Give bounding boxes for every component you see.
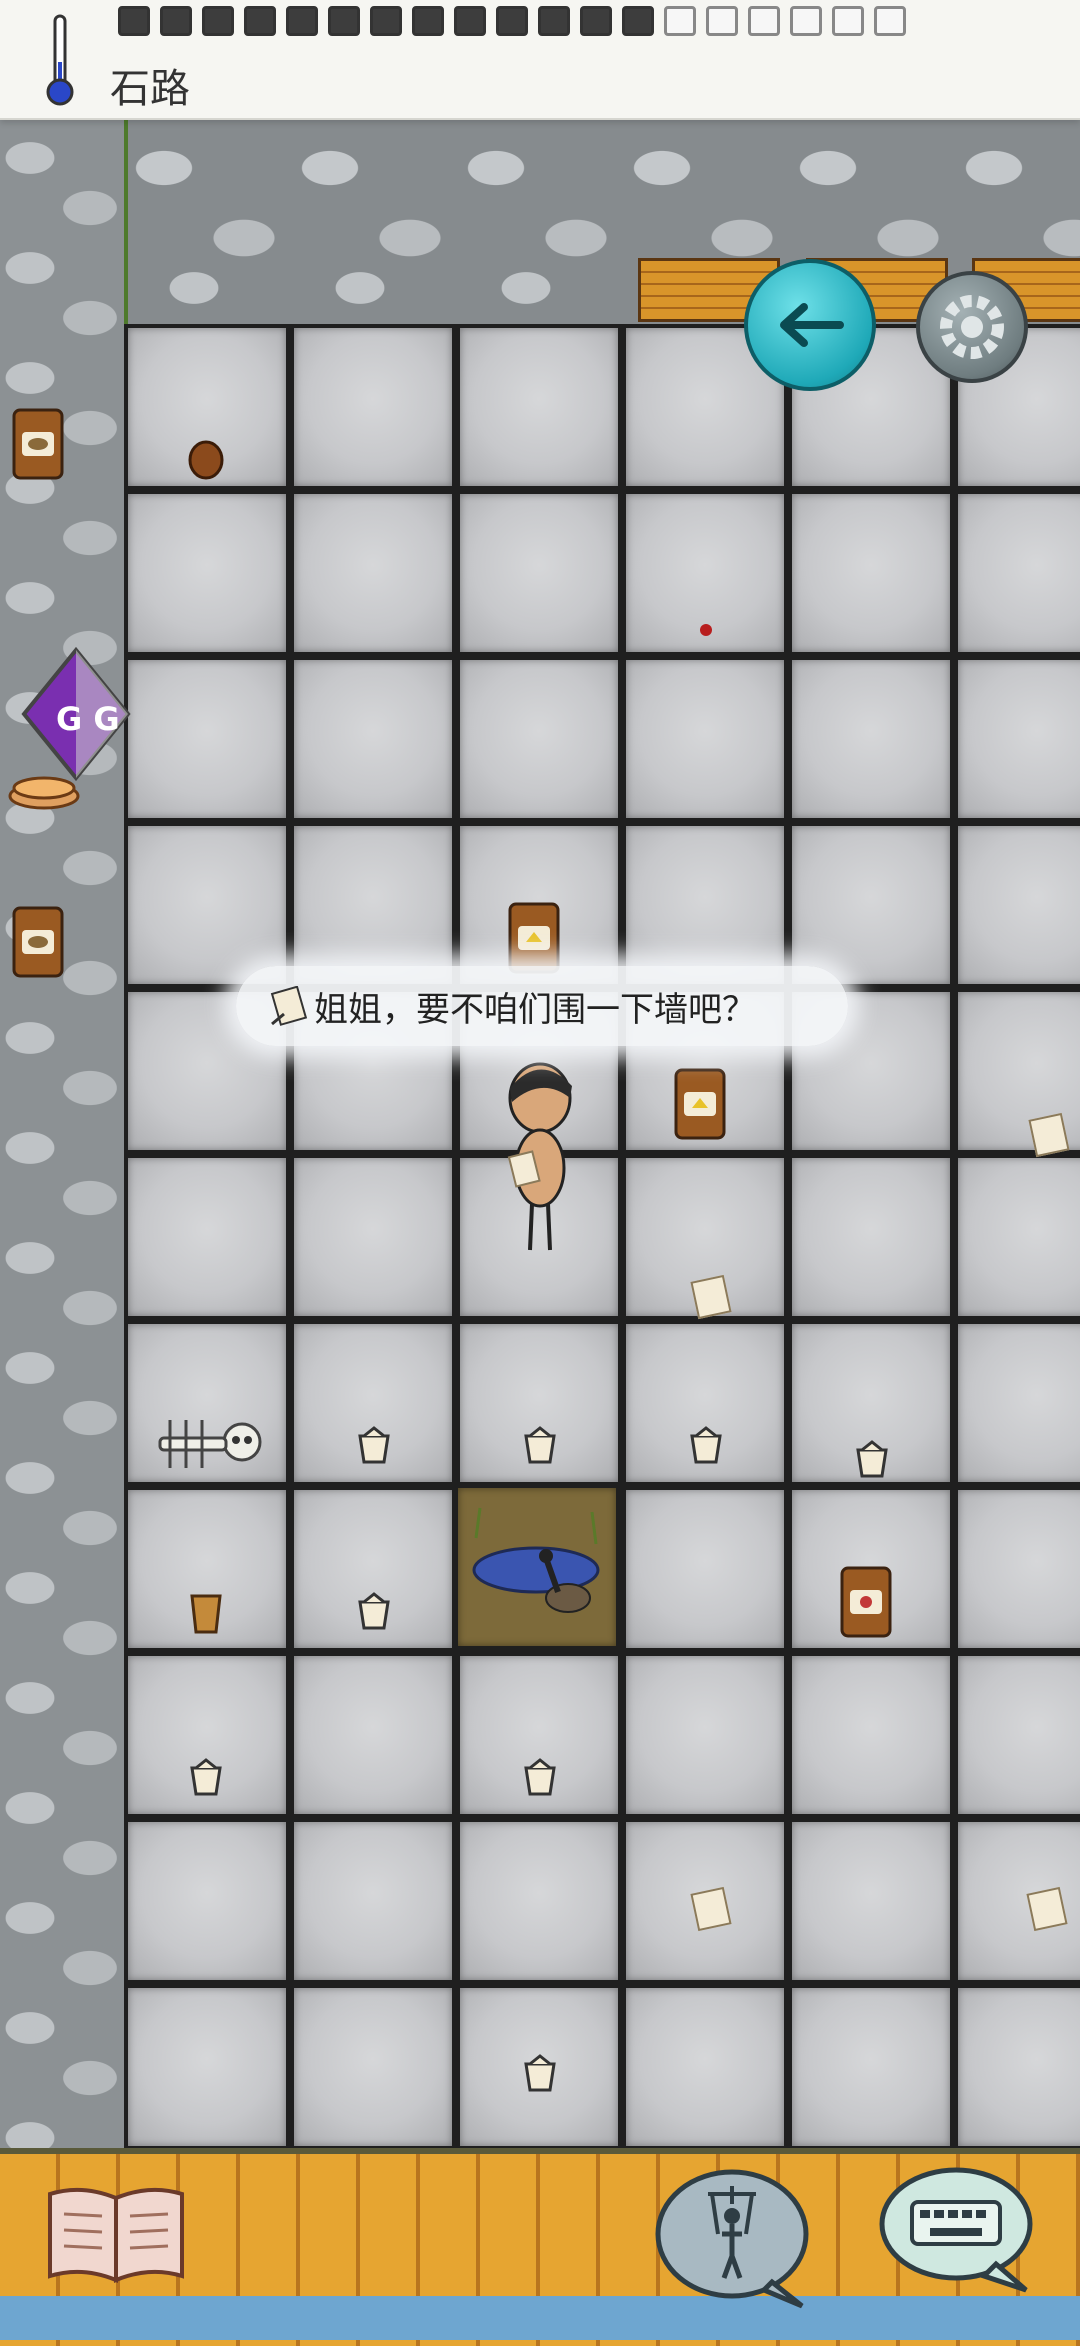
stone-floor-tile[interactable] bbox=[294, 1656, 452, 1814]
stone-floor-tile[interactable] bbox=[294, 1822, 452, 1980]
food-pip bbox=[286, 6, 318, 36]
top-hud: 石路 bbox=[0, 0, 1080, 120]
stone-floor-tile[interactable] bbox=[958, 1490, 1080, 1648]
back-button[interactable] bbox=[744, 259, 876, 391]
stone-floor-tile[interactable] bbox=[626, 826, 784, 984]
stone-floor-tile[interactable] bbox=[958, 1324, 1080, 1482]
stone-floor-tile[interactable] bbox=[792, 1158, 950, 1316]
food-pip bbox=[622, 6, 654, 36]
food-pip bbox=[496, 6, 528, 36]
stone-floor-tile[interactable] bbox=[626, 1656, 784, 1814]
stone-floor-tile[interactable] bbox=[626, 1988, 784, 2146]
stone-floor-tile[interactable] bbox=[294, 494, 452, 652]
wool-item[interactable] bbox=[520, 2054, 560, 2096]
stone-floor-tile[interactable] bbox=[792, 1656, 950, 1814]
pinecone-item[interactable] bbox=[186, 436, 226, 480]
food-pip bbox=[412, 6, 444, 36]
food-meter bbox=[118, 6, 906, 42]
clay-jar[interactable] bbox=[506, 898, 562, 976]
stone-floor-tile[interactable] bbox=[792, 494, 950, 652]
stone-floor-tile[interactable] bbox=[294, 1988, 452, 2146]
berry-item[interactable] bbox=[698, 622, 714, 638]
stone-floor-tile[interactable] bbox=[460, 494, 618, 652]
wool-item[interactable] bbox=[354, 1426, 394, 1468]
stone-floor-tile[interactable] bbox=[792, 1988, 950, 2146]
wool-item[interactable] bbox=[186, 1758, 226, 1800]
stone-floor-tile[interactable] bbox=[294, 826, 452, 984]
food-pip bbox=[454, 6, 486, 36]
gear-icon bbox=[940, 295, 1004, 359]
stone-floor-tile[interactable] bbox=[294, 328, 452, 486]
stone-floor-tile[interactable] bbox=[460, 328, 618, 486]
skeleton-bones[interactable] bbox=[130, 1390, 284, 1486]
stone-floor-tile[interactable] bbox=[128, 1988, 286, 2146]
book-icon[interactable] bbox=[42, 2180, 190, 2288]
stone-floor-tile[interactable] bbox=[460, 1822, 618, 1980]
water-strip bbox=[0, 2296, 1080, 2340]
stone-floor-tile[interactable] bbox=[792, 1822, 950, 1980]
game-world[interactable]: G G 姐姐，要不咱们围一下墙吧？ bbox=[0, 118, 1080, 2148]
goose-pond[interactable] bbox=[458, 1488, 616, 1646]
wool-item[interactable] bbox=[520, 1758, 560, 1800]
food-pip bbox=[160, 6, 192, 36]
stone-floor-tile[interactable] bbox=[792, 660, 950, 818]
stone-floor-tile[interactable] bbox=[128, 1158, 286, 1316]
food-pip bbox=[706, 6, 738, 36]
food-pip bbox=[832, 6, 864, 36]
stone-floor-tile[interactable] bbox=[958, 1988, 1080, 2146]
stone-floor-tile[interactable] bbox=[626, 1490, 784, 1648]
stone-floor-tile[interactable] bbox=[792, 826, 950, 984]
stone-floor-tile[interactable] bbox=[128, 1822, 286, 1980]
stone-floor-tile[interactable] bbox=[128, 660, 286, 818]
back-arrow-icon bbox=[780, 303, 844, 347]
food-pip bbox=[874, 6, 906, 36]
food-pip bbox=[664, 6, 696, 36]
speech-text: 姐姐，要不咱们围一下墙吧？ bbox=[314, 990, 756, 1030]
stone-floor-tile[interactable] bbox=[128, 826, 286, 984]
food-pip bbox=[748, 6, 780, 36]
food-pip bbox=[244, 6, 276, 36]
stone-floor-tile[interactable] bbox=[294, 660, 452, 818]
clay-jar[interactable] bbox=[672, 1064, 728, 1142]
stone-floor-tile[interactable] bbox=[460, 660, 618, 818]
stone-floor-tile[interactable] bbox=[294, 1158, 452, 1316]
clay-jar[interactable] bbox=[10, 404, 66, 482]
food-pip bbox=[328, 6, 360, 36]
stone-floor-tile[interactable] bbox=[128, 494, 286, 652]
food-pip bbox=[202, 6, 234, 36]
speech-bubble: 姐姐，要不咱们围一下墙吧？ bbox=[236, 966, 848, 1046]
stone-floor-tile[interactable] bbox=[958, 660, 1080, 818]
gg-label: G G bbox=[56, 700, 120, 738]
stone-floor-tile[interactable] bbox=[626, 660, 784, 818]
wool-item[interactable] bbox=[354, 1592, 394, 1634]
food-pip bbox=[790, 6, 822, 36]
wooden-bucket[interactable] bbox=[186, 1588, 226, 1636]
clay-jar[interactable] bbox=[838, 1562, 894, 1640]
stone-floor-tile[interactable] bbox=[958, 494, 1080, 652]
location-label: 石路 bbox=[110, 66, 190, 112]
note-icon bbox=[270, 986, 308, 1026]
wool-item[interactable] bbox=[852, 1440, 892, 1482]
stone-floor-tile[interactable] bbox=[958, 1158, 1080, 1316]
food-pip bbox=[118, 6, 150, 36]
food-pip bbox=[538, 6, 570, 36]
wool-item[interactable] bbox=[520, 1426, 560, 1468]
thermometer-icon bbox=[46, 14, 74, 106]
player-character[interactable] bbox=[490, 1058, 590, 1258]
food-pip bbox=[580, 6, 612, 36]
wool-item[interactable] bbox=[686, 1426, 726, 1468]
gg-overlay-icon[interactable]: G G bbox=[20, 646, 132, 782]
pond-tile[interactable] bbox=[458, 1488, 616, 1646]
food-pip bbox=[370, 6, 402, 36]
stone-floor-tile[interactable] bbox=[958, 1656, 1080, 1814]
settings-button[interactable] bbox=[916, 271, 1028, 383]
clay-jar[interactable] bbox=[10, 902, 66, 980]
keyboard-icon[interactable] bbox=[876, 2164, 1036, 2294]
stone-floor-tile[interactable] bbox=[958, 826, 1080, 984]
puppet-icon[interactable] bbox=[652, 2164, 814, 2312]
